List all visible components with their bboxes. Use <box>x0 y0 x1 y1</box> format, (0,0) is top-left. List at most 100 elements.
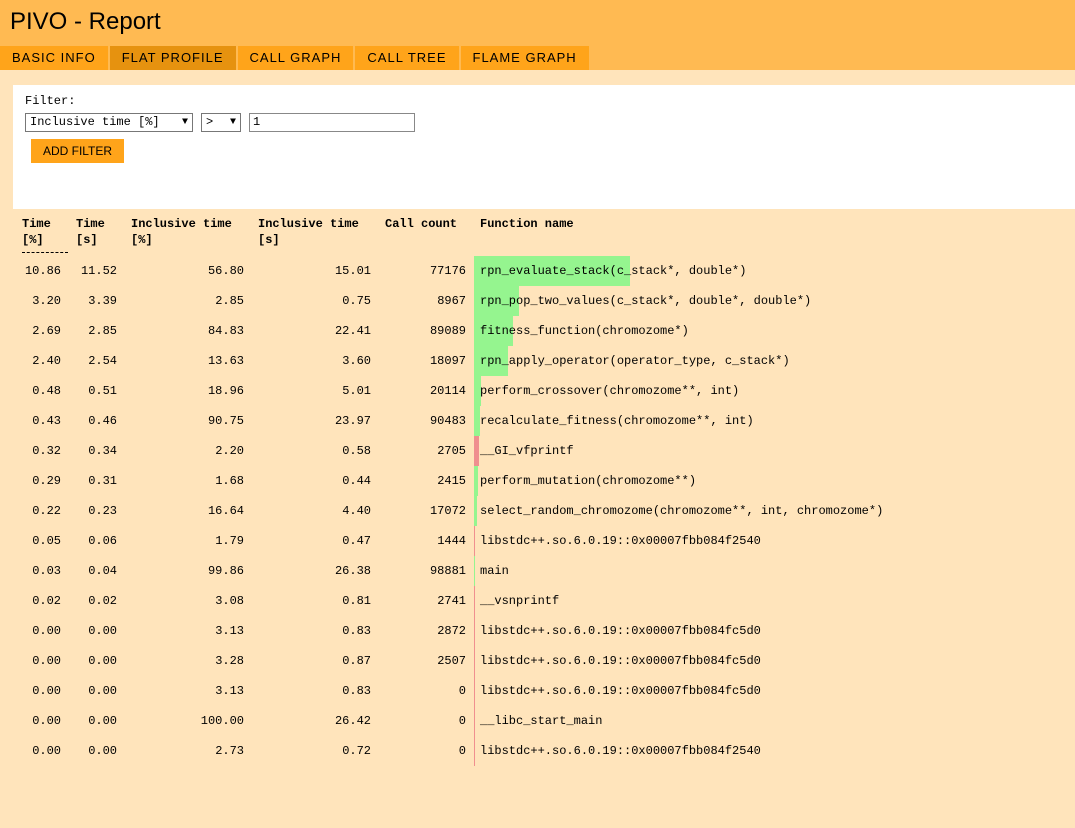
table-row[interactable]: 0.48 0.51 18.96 5.01 20114 perform_crossover(… <box>0 376 1075 406</box>
cell-function-name[interactable]: libstdc++.so.6.0.19::0x00007fbb084fc5d0 <box>480 616 761 646</box>
cell-function-name[interactable]: libstdc++.so.6.0.19::0x00007fbb084f2540 <box>480 736 761 766</box>
cell-time-pct: 0.48 <box>32 384 61 398</box>
table-row[interactable]: 0.22 0.23 16.64 4.40 17072 select_random_chro… <box>0 496 1075 526</box>
tab-bar: BASIC INFO FLAT PROFILE CALL GRAPH CALL … <box>0 46 591 70</box>
cell-inclusive-s: 4.40 <box>342 504 371 518</box>
cell-inclusive-s: 0.81 <box>342 594 371 608</box>
cell-time-pct: 10.86 <box>24 264 61 278</box>
chevron-down-icon: ▼ <box>181 117 188 128</box>
cell-inclusive-pct: 56.80 <box>207 264 244 278</box>
column-header-time-s[interactable]: Time [s] <box>76 216 105 248</box>
filter-label: Filter: <box>25 94 76 108</box>
cell-function-name[interactable]: rpn_pop_two_values(c_stack*, double*, do… <box>480 286 811 316</box>
table-row[interactable]: 0.03 0.04 99.86 26.38 98881 main <box>0 556 1075 586</box>
tab-basic-info[interactable]: BASIC INFO <box>0 46 110 70</box>
column-header-time-pct[interactable]: Time [%] <box>22 216 68 253</box>
time-bar <box>474 526 475 556</box>
cell-time-s: 2.85 <box>88 324 117 338</box>
cell-inclusive-s: 0.83 <box>342 684 371 698</box>
cell-inclusive-s: 0.58 <box>342 444 371 458</box>
cell-call-count: 90483 <box>429 414 466 428</box>
cell-inclusive-pct: 18.96 <box>207 384 244 398</box>
table-row[interactable]: 0.00 0.00 3.28 0.87 2507 libstdc++.so.6.0.19:… <box>0 646 1075 676</box>
table-row[interactable]: 0.00 0.00 2.73 0.72 0 libstdc++.so.6.0.19::0x… <box>0 736 1075 766</box>
table-row[interactable]: 0.00 0.00 3.13 0.83 0 libstdc++.so.6.0.19::0x… <box>0 676 1075 706</box>
time-bar <box>474 616 475 646</box>
cell-time-s: 0.04 <box>88 564 117 578</box>
cell-inclusive-pct: 2.85 <box>215 294 244 308</box>
cell-time-s: 0.31 <box>88 474 117 488</box>
column-header-inclusive-s[interactable]: Inclusive time [s] <box>258 216 359 248</box>
cell-function-name[interactable]: rpn_evaluate_stack(c_stack*, double*) <box>480 256 746 286</box>
table-row[interactable]: 0.43 0.46 90.75 23.97 90483 recalculate_fitne… <box>0 406 1075 436</box>
filter-operator-select[interactable]: > ▼ <box>201 113 241 132</box>
tab-flame-graph[interactable]: FLAME GRAPH <box>460 46 591 70</box>
cell-time-s: 0.00 <box>88 654 117 668</box>
cell-inclusive-s: 26.38 <box>334 564 371 578</box>
cell-function-name[interactable]: select_random_chromozome(chromozome**, i… <box>480 496 883 526</box>
sort-indicator <box>22 252 68 253</box>
column-header-function-name[interactable]: Function name <box>480 216 574 232</box>
cell-call-count: 2872 <box>437 624 466 638</box>
column-header-inclusive-pct[interactable]: Inclusive time [%] <box>131 216 232 248</box>
cell-call-count: 17072 <box>429 504 466 518</box>
tab-call-tree[interactable]: CALL TREE <box>355 46 461 70</box>
cell-time-s: 0.46 <box>88 414 117 428</box>
table-row[interactable]: 3.20 3.39 2.85 0.75 8967 rpn_pop_two_values(c… <box>0 286 1075 316</box>
time-bar <box>474 706 475 736</box>
cell-call-count: 20114 <box>429 384 466 398</box>
table-row[interactable]: 10.86 11.52 56.80 15.01 77176 rpn_evaluate_st… <box>0 256 1075 286</box>
table-row[interactable]: 0.00 0.00 3.13 0.83 2872 libstdc++.so.6.0.19:… <box>0 616 1075 646</box>
cell-function-name[interactable]: fitness_function(chromozome*) <box>480 316 689 346</box>
cell-time-pct: 0.02 <box>32 594 61 608</box>
cell-function-name[interactable]: rpn_apply_operator(operator_type, c_stac… <box>480 346 790 376</box>
cell-function-name[interactable]: perform_crossover(chromozome**, int) <box>480 376 739 406</box>
cell-time-pct: 2.69 <box>32 324 61 338</box>
cell-time-s: 0.34 <box>88 444 117 458</box>
cell-call-count: 2507 <box>437 654 466 668</box>
table-row[interactable]: 0.32 0.34 2.20 0.58 2705 __GI_vfprintf <box>0 436 1075 466</box>
cell-inclusive-s: 22.41 <box>334 324 371 338</box>
filter-field-select[interactable]: Inclusive time [%] ▼ <box>25 113 193 132</box>
table-row[interactable]: 0.29 0.31 1.68 0.44 2415 perform_mutation(chr… <box>0 466 1075 496</box>
cell-call-count: 2705 <box>437 444 466 458</box>
cell-time-s: 0.00 <box>88 684 117 698</box>
cell-time-s: 0.02 <box>88 594 117 608</box>
cell-inclusive-pct: 3.08 <box>215 594 244 608</box>
cell-time-pct: 0.00 <box>32 714 61 728</box>
cell-call-count: 0 <box>458 684 466 698</box>
app-title: PIVO - Report <box>10 8 161 35</box>
cell-call-count: 18097 <box>429 354 466 368</box>
cell-function-name[interactable]: main <box>480 556 509 586</box>
table-row[interactable]: 2.69 2.85 84.83 22.41 89089 fitness_function(… <box>0 316 1075 346</box>
header-bar: PIVO - Report BASIC INFO FLAT PROFILE CA… <box>0 0 1075 70</box>
cell-function-name[interactable]: __vsnprintf <box>480 586 559 616</box>
cell-time-pct: 0.03 <box>32 564 61 578</box>
cell-function-name[interactable]: perform_mutation(chromozome**) <box>480 466 696 496</box>
tab-flat-profile[interactable]: FLAT PROFILE <box>109 46 238 70</box>
tab-call-graph[interactable]: CALL GRAPH <box>237 46 356 70</box>
cell-function-name[interactable]: __GI_vfprintf <box>480 436 574 466</box>
cell-function-name[interactable]: __libc_start_main <box>480 706 602 736</box>
cell-time-pct: 0.00 <box>32 684 61 698</box>
cell-call-count: 89089 <box>429 324 466 338</box>
table-row[interactable]: 0.00 0.00 100.00 26.42 0 __libc_start_main <box>0 706 1075 736</box>
table-row[interactable]: 0.02 0.02 3.08 0.81 2741 __vsnprintf <box>0 586 1075 616</box>
cell-inclusive-s: 23.97 <box>334 414 371 428</box>
filter-panel: Filter: Inclusive time [%] ▼ > ▼ 1 ADD F… <box>13 85 1075 209</box>
add-filter-button[interactable]: ADD FILTER <box>31 139 124 163</box>
cell-function-name[interactable]: recalculate_fitness(chromozome**, int) <box>480 406 754 436</box>
table-row[interactable]: 0.05 0.06 1.79 0.47 1444 libstdc++.so.6.0.19:… <box>0 526 1075 556</box>
cell-function-name[interactable]: libstdc++.so.6.0.19::0x00007fbb084fc5d0 <box>480 676 761 706</box>
cell-inclusive-pct: 16.64 <box>207 504 244 518</box>
time-bar <box>474 436 479 466</box>
column-header-call-count[interactable]: Call count <box>385 216 457 232</box>
table-row[interactable]: 2.40 2.54 13.63 3.60 18097 rpn_apply_operator… <box>0 346 1075 376</box>
cell-inclusive-s: 0.44 <box>342 474 371 488</box>
cell-function-name[interactable]: libstdc++.so.6.0.19::0x00007fbb084fc5d0 <box>480 646 761 676</box>
cell-time-s: 11.52 <box>80 264 117 278</box>
cell-function-name[interactable]: libstdc++.so.6.0.19::0x00007fbb084f2540 <box>480 526 761 556</box>
cell-inclusive-s: 0.83 <box>342 624 371 638</box>
filter-threshold-input[interactable]: 1 <box>249 113 415 132</box>
cell-inclusive-pct: 3.28 <box>215 654 244 668</box>
